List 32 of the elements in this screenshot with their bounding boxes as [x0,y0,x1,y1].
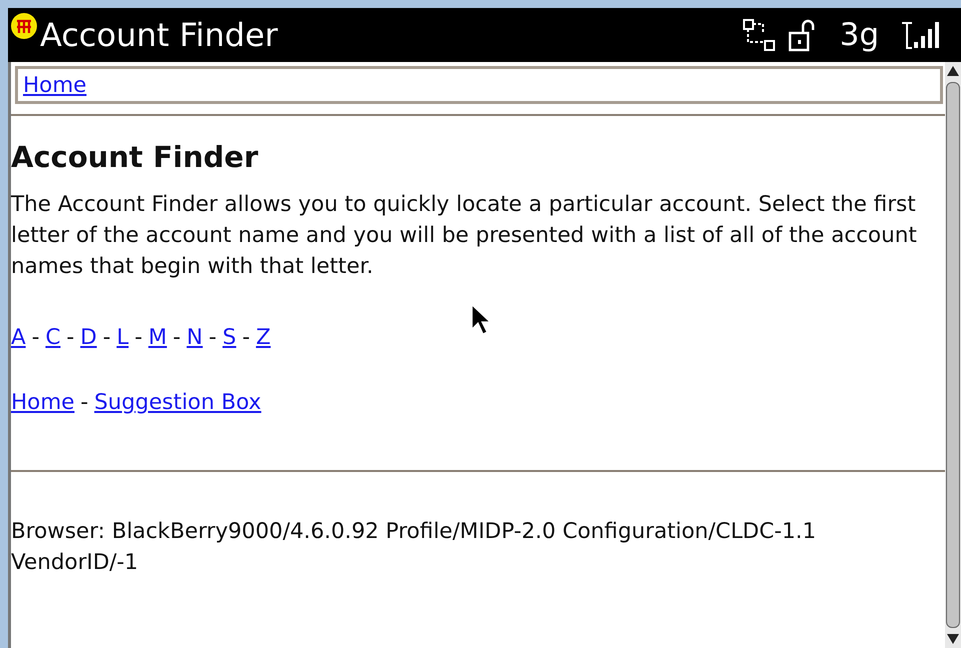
letter-link[interactable]: S [222,322,236,353]
connection-icon [742,18,776,52]
scroll-down-icon[interactable] [947,634,959,644]
letter-link[interactable]: Z [256,322,271,353]
separator-text: - [172,324,181,352]
mouse-pointer-icon [471,304,491,336]
app-logo-icon [10,12,38,40]
letter-link[interactable]: L [116,322,129,353]
browser-info-text: Browser: BlackBerry9000/4.6.0.92 Profile/MIDP-2.0 Configuration/CLDC-1.1 VendorID/-1 [11,518,818,577]
scrollbar[interactable] [945,62,961,648]
scroll-up-icon[interactable] [947,66,959,76]
window-title: Account Finder [40,16,278,54]
page-heading: Account Finder [11,142,260,173]
letter-link[interactable]: A [11,322,26,353]
footer-link[interactable]: Suggestion Box [94,387,262,418]
separator-text: - [80,389,88,417]
separator-text: - [32,324,40,352]
network-type: 3g [840,17,879,53]
description-text: The Account Finder allows you to quickly locate a particular account. Select the first letter of the account name and you will be presented with a list of all of the account names that begin with that letter. [11,191,918,281]
footer-link[interactable]: Home [11,387,74,418]
separator-text: - [66,324,74,352]
letter-link[interactable]: N [186,322,203,353]
separator-text: - [242,324,250,352]
separator-text: - [134,324,142,352]
letter-link[interactable]: C [45,322,60,353]
separator-text: - [208,324,217,352]
scroll-thumb[interactable] [946,82,960,628]
letter-link[interactable]: D [80,322,97,353]
letter-link[interactable]: M [148,322,167,353]
separator-text: - [102,324,111,352]
signal-strength-icon [901,20,941,50]
home-link[interactable]: Home [23,70,86,100]
